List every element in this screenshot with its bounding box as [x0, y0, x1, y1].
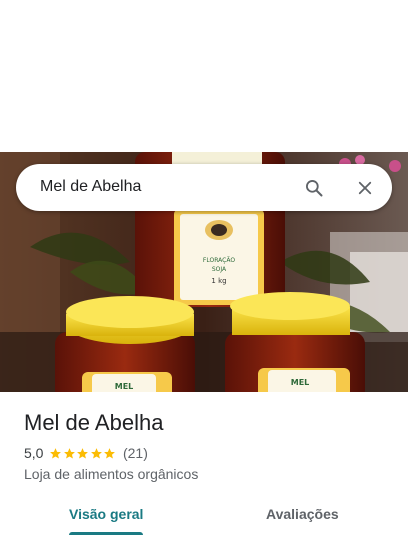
- jar-label-small-left: MEL: [115, 382, 134, 391]
- place-category: Loja de alimentos orgânicos: [24, 466, 199, 482]
- review-count[interactable]: (21): [123, 445, 148, 461]
- tab-overview[interactable]: Visão geral: [69, 506, 143, 522]
- jar-label-small-right: MEL: [291, 378, 310, 387]
- place-title: Mel de Abelha: [24, 410, 164, 435]
- star-icon: [91, 447, 102, 459]
- jar-label-top: FLORAÇÃO: [203, 257, 235, 264]
- search-button[interactable]: [298, 172, 330, 204]
- clear-search-button[interactable]: [349, 172, 381, 204]
- star-icon: [104, 447, 116, 459]
- rating-row[interactable]: 5,0 (21): [24, 445, 148, 461]
- search-icon: [306, 180, 323, 197]
- jar-label-weight: 1 kg: [211, 277, 226, 285]
- tab-bar: Visão geral Avaliações: [0, 498, 408, 538]
- star-icon: [77, 447, 89, 459]
- search-bar[interactable]: Mel de Abelha: [16, 164, 392, 211]
- close-icon: [358, 181, 372, 195]
- star-icon: [64, 447, 75, 459]
- active-tab-indicator: [69, 532, 143, 535]
- search-input[interactable]: Mel de Abelha: [40, 178, 141, 196]
- tab-reviews[interactable]: Avaliações: [266, 506, 339, 522]
- star-icon: [50, 447, 62, 459]
- star-rating: [49, 447, 117, 460]
- rating-value: 5,0: [24, 445, 44, 461]
- jar-label-mid: SOJA: [212, 266, 227, 273]
